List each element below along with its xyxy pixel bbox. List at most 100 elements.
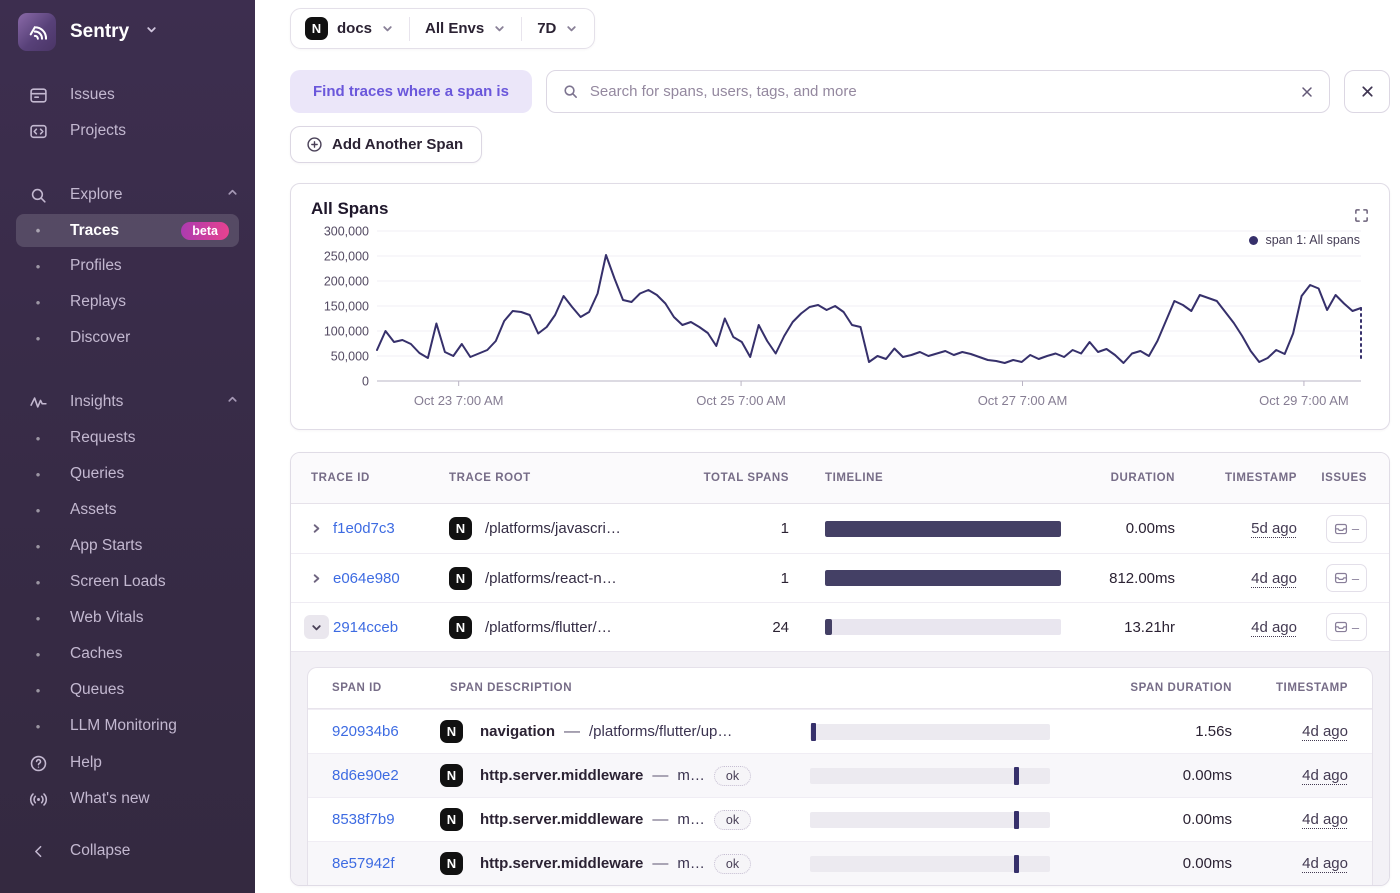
sidebar-item-web-vitals[interactable]: • Web Vitals [0,600,255,636]
project-selector[interactable]: N docs [305,17,394,40]
span-op: http.server.middleware [480,855,644,872]
sidebar-group-insights[interactable]: Insights [0,384,255,420]
add-another-span-button[interactable]: Add Another Span [290,126,483,163]
environment-selector[interactable]: All Envs [425,20,506,37]
sidebar-item-projects[interactable]: Projects [0,113,255,149]
span-timeline [810,766,1050,785]
expand-trace-button[interactable] [310,572,323,585]
column-header-timeline: TIMELINE [825,472,884,484]
plus-circle-icon [306,136,323,153]
span-description: http.server.middleware — m… ok [480,853,810,874]
chevron-right-icon [310,522,323,535]
traces-table: TRACE ID TRACE ROOT TOTAL SPANS TIMELINE DUR… [290,452,1390,886]
sidebar-item-screen-loads[interactable]: • Screen Loads [0,564,255,600]
chart-legend[interactable]: span 1: All spans [1249,233,1360,247]
span-id-link[interactable]: 8d6e90e2 [332,767,440,784]
trace-id-link[interactable]: e064e980 [333,570,449,587]
span-timeline [810,854,1050,873]
span-description: http.server.middleware — m… ok [480,765,810,786]
sidebar-collapse-button[interactable]: Collapse [0,833,255,869]
column-header-trace-root: TRACE ROOT [449,472,531,484]
org-switcher[interactable]: Sentry [0,0,255,61]
span-path: m… [677,855,705,872]
span-timestamp-link[interactable]: 4d ago [1302,723,1348,740]
collapse-trace-button[interactable] [303,615,329,639]
date-range-selector[interactable]: 7D [537,20,578,37]
trace-timestamp-link[interactable]: 4d ago [1251,570,1297,587]
svg-text:0: 0 [362,375,369,389]
sidebar-item-discover[interactable]: • Discover [0,320,255,356]
span-row: 920934b6 Nnavigation — /platforms/flutter/u… [308,709,1372,753]
sidebar-item-app-starts[interactable]: • App Starts [0,528,255,564]
expand-trace-button[interactable] [310,522,323,535]
trace-issues-button[interactable]: – [1326,613,1367,641]
sidebar-group-explore[interactable]: Explore [0,177,255,213]
fullscreen-icon[interactable] [1354,208,1369,223]
app-root: Sentry Issues Projects Explore • Traces beta •… [0,0,1400,893]
sidebar-item-traces[interactable]: • Traces beta [16,214,239,247]
span-path: m… [677,811,705,828]
span-description: http.server.middleware — m… ok [480,809,810,830]
sidebar-item-assets[interactable]: • Assets [0,492,255,528]
nextjs-icon: N [449,566,472,590]
span-search-input[interactable] [589,83,1288,100]
span-id-link[interactable]: 920934b6 [332,723,440,740]
trace-issues-button[interactable]: – [1326,514,1367,543]
chevron-left-icon [27,842,49,861]
divider [409,16,411,41]
trace-timestamp-link[interactable]: 4d ago [1251,619,1297,636]
span-timeline-marker [1014,766,1019,785]
span-timeline [810,722,1050,741]
nextjs-icon: N [440,852,463,875]
sidebar-item-requests[interactable]: • Requests [0,420,255,456]
sidebar-item-help[interactable]: Help [0,745,255,781]
svg-text:50,000: 50,000 [331,350,369,364]
span-row: 8d6e90e2 Nhttp.server.middleware — m… ok 0.00… [308,753,1372,797]
trace-root: /platforms/react-n… [485,569,617,587]
sidebar-item-issues[interactable]: Issues [0,77,255,113]
trace-id-link[interactable]: f1e0d7c3 [333,520,449,537]
sidebar-item-caches[interactable]: • Caches [0,636,255,672]
span-id-link[interactable]: 8e57942f [332,855,440,872]
total-spans: 24 [772,618,789,636]
timeline-bar [825,619,1061,635]
sidebar-item-label: What's new [70,790,150,807]
sidebar-group-label: Explore [70,186,123,203]
sidebar-item-profiles[interactable]: • Profiles [0,248,255,284]
bullet-icon: • [35,294,41,310]
svg-text:Oct 29 7:00 AM: Oct 29 7:00 AM [1259,393,1349,408]
total-spans: 1 [780,569,789,587]
timeline-bar [825,570,1061,586]
bullet-icon: • [35,258,41,274]
nextjs-icon: N [449,615,472,639]
span-timestamp-link[interactable]: 4d ago [1302,811,1348,828]
span-timestamp-link[interactable]: 4d ago [1302,855,1348,872]
page-filter-bar: N docs All Envs 7D [290,8,596,49]
sidebar-item-queries[interactable]: • Queries [0,456,255,492]
clear-search-icon[interactable] [1299,84,1315,100]
sidebar-item-llm-monitoring[interactable]: • LLM Monitoring [0,708,255,744]
span-id-link[interactable]: 8538f7b9 [332,811,440,828]
all-spans-chart: 0 50,000 100,000 150,000 200,000 250,000 300,0… [324,225,1362,408]
sidebar-item-label: Requests [70,429,136,446]
bullet-icon: • [35,682,41,698]
svg-text:Oct 27 7:00 AM: Oct 27 7:00 AM [978,393,1068,408]
trace-id-link[interactable]: 2914cceb [333,619,449,636]
sidebar-item-what-s-new[interactable]: What's new [0,781,255,817]
spans-subtable: SPAN ID SPAN DESCRIPTION SPAN DURATION TIME… [307,667,1373,885]
remove-span-button[interactable] [1344,70,1390,113]
trace-timestamp-link[interactable]: 5d ago [1251,520,1297,537]
span-status-badge: ok [713,853,752,874]
chevron-down-icon [565,22,578,35]
sidebar-item-queues[interactable]: • Queues [0,672,255,708]
span-timestamp-link[interactable]: 4d ago [1302,767,1348,784]
sidebar-item-label: Issues [70,86,115,103]
trace-issues-button[interactable]: – [1326,564,1367,592]
chevron-up-icon [226,393,239,411]
sidebar-item-replays[interactable]: • Replays [0,284,255,320]
chevron-down-icon [145,23,158,41]
issues-empty-dash: – [1351,619,1360,635]
spans-subtable-header: SPAN ID SPAN DESCRIPTION SPAN DURATION TIME… [308,668,1372,709]
nav-gap [0,356,255,384]
column-header-span-id: SPAN ID [332,682,382,694]
